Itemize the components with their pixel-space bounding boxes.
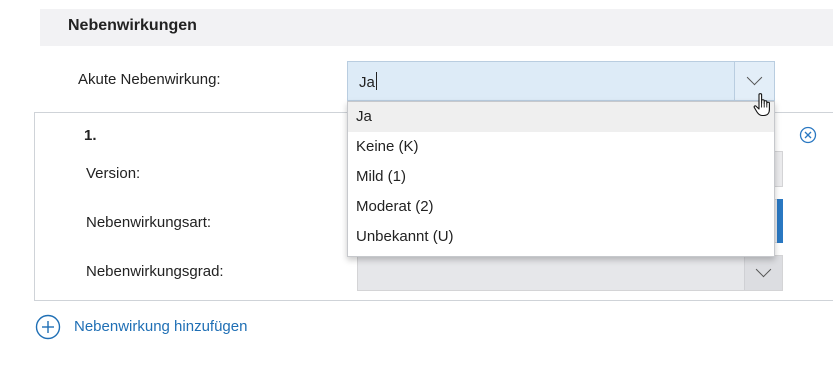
close-circle-icon[interactable] [799, 126, 817, 144]
acute-side-effect-dropdown-list: Ja Keine (K) Mild (1) Moderat (2) Unbeka… [347, 101, 775, 257]
dropdown-option-moderat[interactable]: Moderat (2) [348, 192, 774, 222]
dropdown-option-keine[interactable]: Keine (K) [348, 132, 774, 162]
version-label: Version: [86, 165, 141, 182]
entry-number: 1. [84, 127, 97, 144]
combo-value-text: Ja [359, 74, 375, 91]
acute-side-effect-label: Akute Nebenwirkung: [78, 71, 221, 88]
add-side-effect-label: Nebenwirkung hinzufügen [74, 318, 248, 335]
hand-cursor-icon [753, 93, 770, 117]
section-title: Nebenwirkungen [68, 17, 197, 34]
side-effect-type-label: Nebenwirkungsart: [86, 214, 212, 231]
plus-circle-icon [35, 314, 61, 340]
side-effect-grade-select[interactable] [357, 255, 783, 291]
text-caret [375, 72, 377, 90]
grade-dropdown-toggle[interactable] [744, 256, 782, 290]
section-header: Nebenwirkungen [40, 9, 833, 46]
dropdown-option-mild[interactable]: Mild (1) [348, 162, 774, 192]
type-field-accent [777, 199, 783, 243]
chevron-down-icon [755, 261, 772, 278]
chevron-down-icon [746, 69, 763, 86]
side-effect-grade-label: Nebenwirkungsgrad: [86, 263, 224, 280]
acute-side-effect-input[interactable]: Ja [359, 72, 377, 91]
acute-side-effect-combobox[interactable]: Ja [347, 61, 775, 101]
dropdown-option-ja[interactable]: Ja [348, 102, 774, 132]
dropdown-option-unbekannt[interactable]: Unbekannt (U) [348, 222, 774, 252]
